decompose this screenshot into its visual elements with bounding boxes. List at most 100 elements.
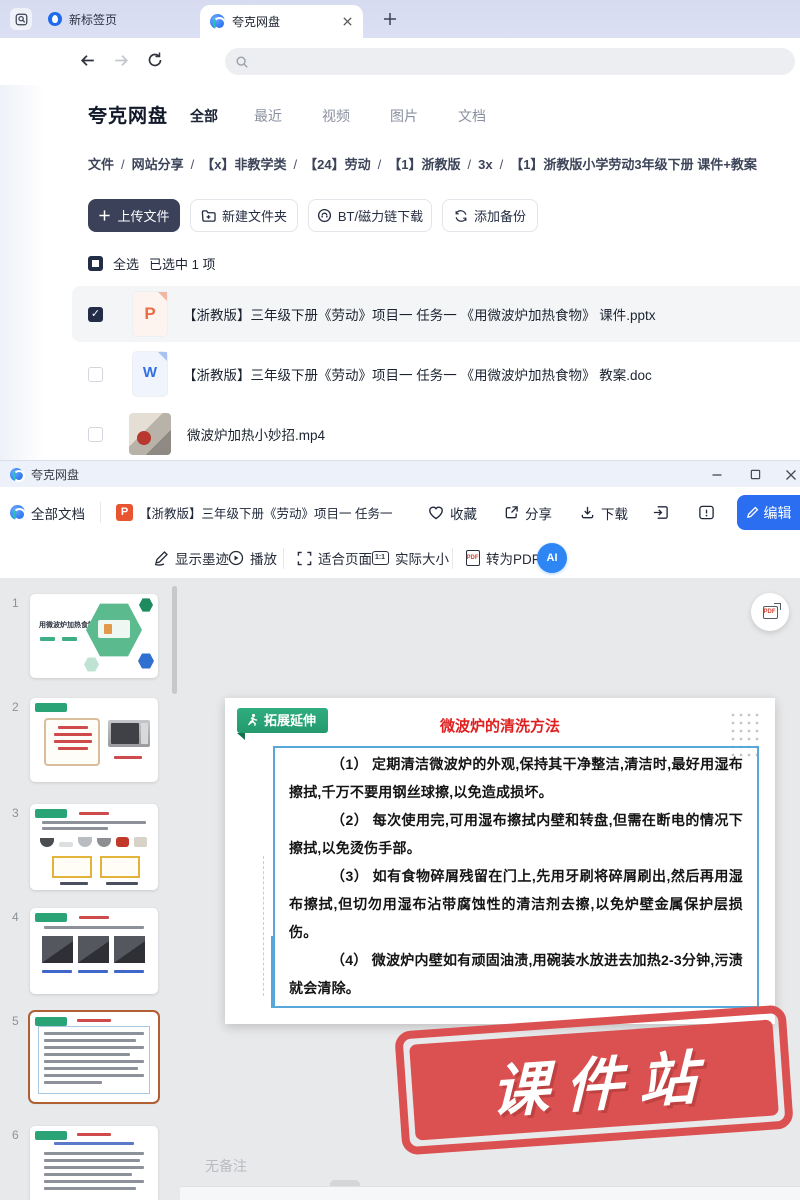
decor [114,936,145,963]
stamp-inner: 课件站 [409,1019,779,1140]
thumbnail-scrollbar[interactable] [172,586,177,694]
doc-file-icon [133,352,167,396]
new-tab-button[interactable] [380,9,400,29]
pptx-file-icon [133,292,167,336]
decor [54,1142,134,1145]
tab-quark-drive[interactable]: 夸克网盘 [200,5,363,38]
decor [44,1053,130,1056]
convert-to-pdf-button[interactable]: 转为PDF [466,538,540,578]
download-button[interactable]: 下载 [580,487,628,538]
new-tab-favicon-icon [48,12,62,26]
decor [58,747,88,750]
viewer-toolbar-secondary: 显示墨迹 播放 适合页面 实际大小 转为PDF AI [0,538,800,578]
bt-magnet-label: BT/磁力链下载 [338,206,423,225]
breadcrumb-item[interactable]: 【x】非教学类 [184,154,287,173]
bt-magnet-download-button[interactable]: BT/磁力链下载 [308,199,432,232]
decor [35,913,67,922]
drive-page: 夸克网盘 全部 最近 视频 图片 文档 文件网站分享【x】非教学类【24】劳动【… [0,85,800,460]
ink-pen-icon [153,550,169,566]
save-to-drive-button[interactable] [652,487,669,538]
minimize-icon[interactable] [702,461,732,488]
close-icon[interactable] [776,461,800,488]
ai-assistant-button[interactable]: AI [537,543,567,573]
file-row-doc[interactable]: 【浙教版】三年级下册《劳动》项目一 任务一 《用微波炉加热食物》 教案.doc [72,346,800,402]
play-button[interactable]: 播放 [228,538,277,578]
feedback-button[interactable] [698,487,715,538]
decor [44,1187,136,1190]
decor [116,837,129,847]
bt-magnet-icon [317,208,332,223]
breadcrumb-item[interactable]: 【24】劳动 [287,154,371,173]
decor [35,703,67,712]
filter-tab-recent[interactable]: 最近 [254,106,282,126]
file-row-pptx[interactable]: 【浙教版】三年级下册《劳动》项目一 任务一 《用微波炉加热食物》 课件.pptx [72,286,800,342]
filter-tab-all[interactable]: 全部 [190,106,218,126]
convert-to-pdf-floating-button[interactable] [751,593,789,631]
slide-thumbnail-4[interactable] [30,908,158,994]
upload-file-label: 上传文件 [117,206,169,225]
slide-thumbnail-3[interactable] [30,804,158,890]
breadcrumb-item[interactable]: 文件 [88,154,114,173]
breadcrumb-item[interactable]: 【1】浙教版 [371,154,461,173]
notes-placeholder[interactable]: 无备注 [205,1156,247,1176]
favorite-button[interactable]: 收藏 [428,487,477,538]
breadcrumb-item[interactable]: 网站分享 [114,154,184,173]
fit-page-button[interactable]: 适合页面 [297,538,372,578]
document-title: 【浙教版】三年级下册《劳动》项目一 任务一 [139,503,392,522]
tab-close-icon[interactable] [342,16,353,27]
decor [114,756,142,759]
decor [44,1060,144,1063]
decor [58,726,88,729]
filter-tab-image[interactable]: 图片 [390,106,418,126]
all-documents-button[interactable]: 全部文档 [10,487,85,538]
show-ink-button[interactable]: 显示墨迹 [153,538,229,578]
document-tab[interactable]: 【浙教版】三年级下册《劳动》项目一 任务一 [116,487,392,538]
select-all-checkbox[interactable] [88,256,103,271]
back-icon[interactable] [78,51,97,70]
file-name[interactable]: 【浙教版】三年级下册《劳动》项目一 任务一 《用微波炉加热食物》 课件.pptx [183,304,656,324]
decor [40,838,54,847]
file-row-mp4[interactable]: 微波炉加热小妙招.mp4 [72,406,800,462]
forward-icon[interactable] [112,51,131,70]
tab-label: 夸克网盘 [232,13,335,30]
new-folder-label: 新建文件夹 [222,206,287,225]
decor [42,827,108,830]
show-ink-label: 显示墨迹 [175,548,229,568]
refresh-icon[interactable] [146,51,164,69]
favorite-label: 收藏 [450,503,477,523]
page-edge-fade [0,85,44,460]
decor [44,1173,132,1176]
decor [40,834,148,847]
select-all-label[interactable]: 全选 [113,254,139,273]
decor [52,856,92,878]
actual-size-button[interactable]: 实际大小 [372,538,449,578]
slide-thumbnail-5-active[interactable] [30,1012,158,1102]
row-checkbox[interactable] [88,427,103,442]
edit-button[interactable]: 编辑 [737,495,800,530]
slide-paragraph: （4） 微波炉内壁如有顽固油渍,用碗装水放进去加热2-3分钟,污渍就会清除。 [289,946,743,1002]
slide-number: 1 [12,596,19,610]
filter-tab-video[interactable]: 视频 [322,106,350,126]
share-button[interactable]: 分享 [504,487,552,538]
slide-thumbnail-6[interactable] [30,1126,158,1200]
file-name[interactable]: 【浙教版】三年级下册《劳动》项目一 任务一 《用微波炉加热食物》 教案.doc [183,364,652,384]
slide-thumbnail-2[interactable] [30,698,158,782]
tab-new-tab[interactable]: 新标签页 [48,0,117,38]
slide-thumbnail-1[interactable]: 用微波炉加热食物 [30,594,158,678]
new-folder-button[interactable]: 新建文件夹 [190,199,298,232]
all-documents-label: 全部文档 [31,503,85,523]
collections-icon[interactable] [10,8,32,30]
row-checkbox-checked[interactable] [88,307,103,322]
add-backup-button[interactable]: 添加备份 [442,199,538,232]
decor [35,1131,67,1140]
maximize-icon[interactable] [740,461,770,488]
backup-sync-icon [454,209,468,223]
file-name[interactable]: 微波炉加热小妙招.mp4 [187,424,325,444]
filter-tab-doc[interactable]: 文档 [458,106,486,126]
upload-file-button[interactable]: 上传文件 [88,199,180,232]
address-search-bar[interactable] [225,48,795,75]
row-checkbox[interactable] [88,367,103,382]
slide-page[interactable]: 拓展延伸 微波炉的清洗方法 （1） 定期清洁微波炉的外观,保持其干净整洁,清洁时… [225,698,775,1024]
divider [452,548,453,569]
breadcrumb-item[interactable]: 3x [460,157,492,172]
